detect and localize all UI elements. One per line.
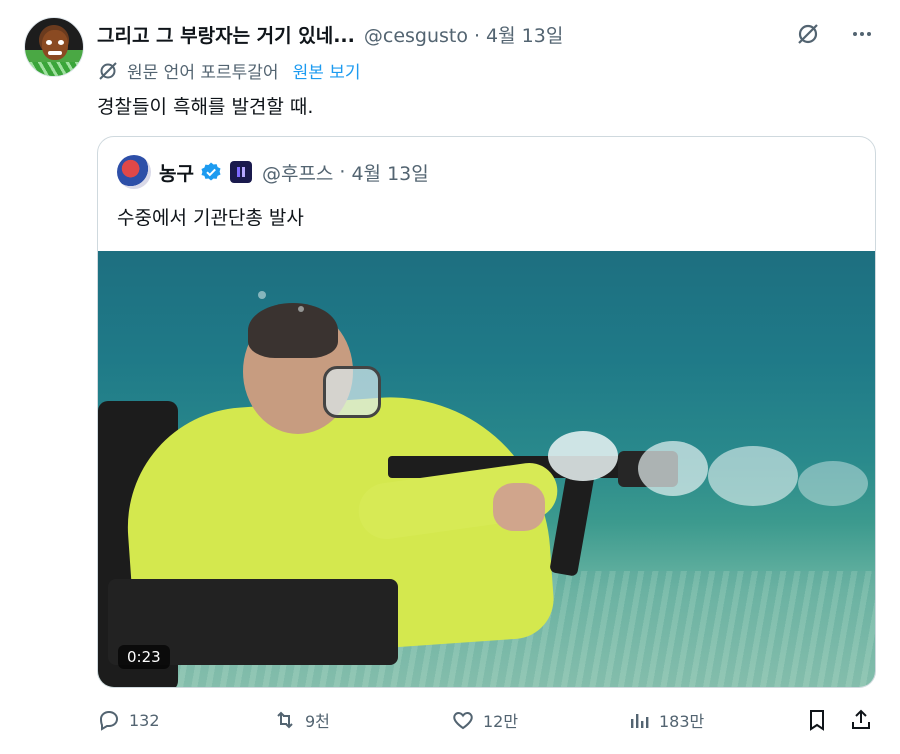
tweet-date[interactable]: 4월 13일 bbox=[486, 21, 563, 48]
tweet-text: 경찰들이 흑해를 발견할 때. bbox=[97, 96, 314, 118]
video-bubble bbox=[798, 461, 868, 506]
translation-notice: 원문 언어 포르투갈어 원본 보기 bbox=[97, 58, 361, 83]
avatar-face bbox=[42, 30, 68, 60]
author-handle[interactable]: @cesgusto bbox=[364, 25, 468, 47]
like-icon bbox=[453, 711, 473, 730]
tweet-action-bar: 132 9천 12만 183만 bbox=[97, 708, 876, 738]
avatar-shirt bbox=[25, 62, 83, 76]
video-diver-mask bbox=[323, 366, 381, 418]
reply-count: 132 bbox=[129, 710, 160, 730]
quote-author-name[interactable]: 농구 bbox=[159, 159, 194, 186]
tweet-top-actions bbox=[794, 20, 876, 48]
quote-author-handle[interactable]: @후프스 bbox=[262, 159, 333, 186]
video-duration: 0:23 bbox=[118, 645, 170, 669]
more-icon[interactable] bbox=[848, 20, 876, 48]
video-bubble bbox=[548, 431, 618, 481]
views-icon bbox=[631, 714, 649, 728]
quote-date[interactable]: 4월 13일 bbox=[351, 159, 428, 186]
verified-badge-icon bbox=[201, 162, 221, 181]
avatar-eye-right bbox=[58, 40, 64, 45]
video-bubble bbox=[258, 291, 266, 299]
repost-button[interactable]: 9천 bbox=[273, 708, 330, 732]
translate-icon bbox=[99, 61, 117, 80]
author-display-name[interactable]: 그리고 그 부랑자는 거기 있네... bbox=[97, 21, 355, 48]
video-diver-hand bbox=[493, 483, 545, 531]
share-button[interactable] bbox=[849, 708, 873, 732]
repost-icon bbox=[277, 711, 293, 729]
avatar-eye-left bbox=[46, 40, 52, 45]
video-player[interactable]: 0:23 bbox=[98, 251, 875, 687]
quoted-tweet[interactable]: 농구 @후프스 · 4월 13일 수중에서 기관단총 발사 0:23 bbox=[97, 136, 876, 688]
quote-header-separator: · bbox=[339, 161, 346, 183]
author-avatar[interactable] bbox=[24, 17, 84, 77]
video-bubble bbox=[708, 446, 798, 506]
quote-author-avatar[interactable] bbox=[117, 155, 151, 189]
reply-icon bbox=[99, 710, 119, 731]
tweet-header: 그리고 그 부랑자는 거기 있네... @cesgusto · 4월 13일 bbox=[97, 21, 563, 48]
show-original-link[interactable]: 원본 보기 bbox=[293, 58, 361, 83]
reply-button[interactable]: 132 bbox=[97, 708, 160, 732]
repost-count: 9천 bbox=[305, 712, 330, 731]
video-bubble bbox=[638, 441, 708, 496]
affiliate-badge-icon bbox=[229, 161, 252, 183]
translation-label: 원문 언어 포르투갈어 bbox=[127, 63, 279, 83]
bookmark-button[interactable] bbox=[805, 708, 829, 732]
header-separator: · bbox=[474, 25, 481, 47]
views-count: 183만 bbox=[659, 712, 705, 731]
avatar-mouth bbox=[48, 51, 62, 55]
bookmark-icon bbox=[810, 710, 824, 731]
views-button[interactable]: 183만 bbox=[627, 708, 704, 732]
quote-text: 수중에서 기관단총 발사 bbox=[117, 207, 304, 229]
like-button[interactable]: 12만 bbox=[451, 708, 518, 732]
video-bubble bbox=[298, 306, 304, 312]
like-count: 12만 bbox=[483, 712, 519, 731]
video-diver-hair bbox=[248, 303, 338, 358]
quote-header: 농구 @후프스 · 4월 13일 bbox=[117, 155, 429, 189]
grok-slash-icon[interactable] bbox=[794, 20, 822, 48]
share-icon bbox=[852, 709, 870, 729]
